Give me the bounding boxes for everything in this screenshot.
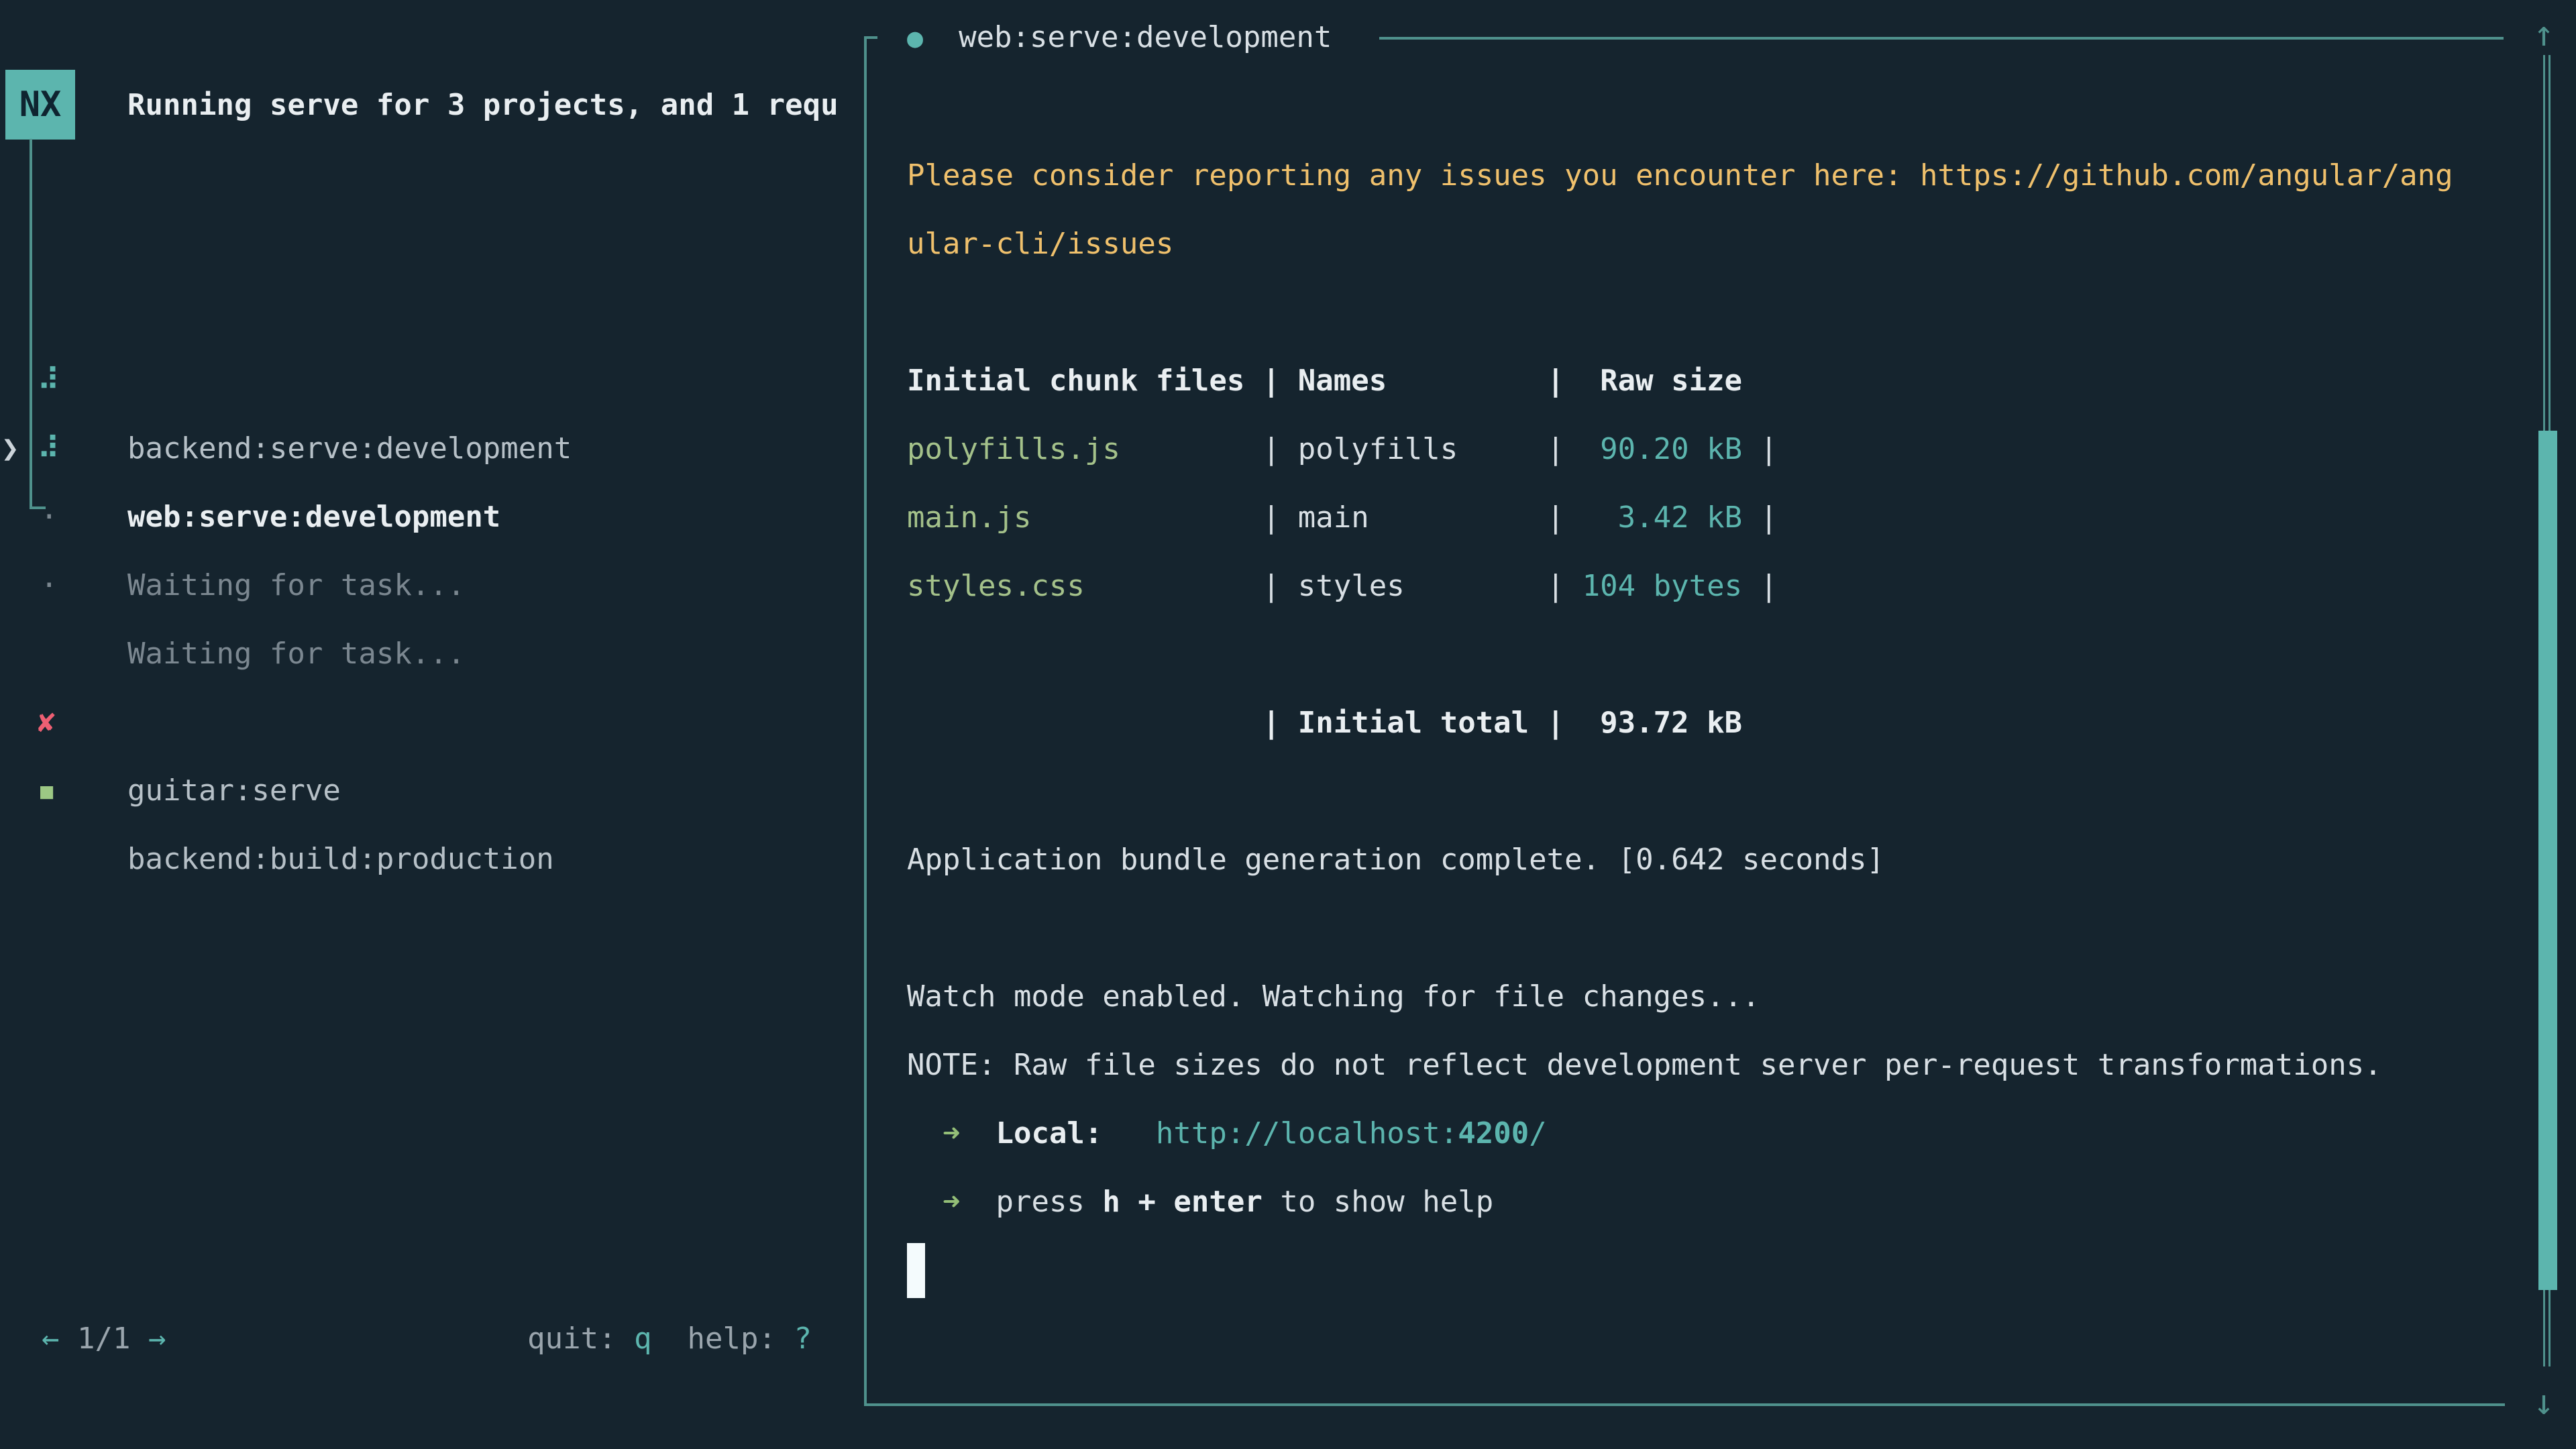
text-segment: 3.42 kB [1564, 500, 1742, 535]
terminal-line: styles.css | styles | 104 bytes | [907, 552, 2490, 621]
text-segment: | [1742, 432, 1778, 466]
task-row[interactable]: ❯ ⠼ backend:serve:development [0, 209, 864, 278]
terminal-line [907, 894, 2490, 963]
panel-header-title: web:serve:development [959, 20, 1332, 54]
terminal-line [907, 1236, 2490, 1305]
text-segment: | [1742, 569, 1778, 603]
text-segment: | [1742, 500, 1778, 535]
nx-tui-terminal: { "colors": { "bg": "#15242e", "teal": "… [0, 0, 2576, 1449]
terminal-cursor [907, 1243, 925, 1298]
text-segment: | styles | [1085, 569, 1564, 603]
text-segment: 90.20 kB [1564, 432, 1742, 466]
text-segment: Initial chunk files | Names | Raw size [907, 364, 1742, 398]
task-row[interactable]: ❯ ✘ guitar:serve [0, 551, 864, 620]
keyboard-shortcuts: quit: q help: ? [527, 1305, 812, 1373]
task-row[interactable]: ❯ · Waiting for task... [0, 346, 864, 415]
terminal-line [907, 278, 2490, 347]
arrow-icon: ➜ [943, 1185, 961, 1219]
text-segment: Watch mode enabled. Watching for file ch… [907, 979, 1760, 1014]
text-segment: main.js [907, 500, 1031, 535]
text-segment: press [996, 1185, 1102, 1219]
quit-label: quit: [527, 1322, 634, 1356]
terminal-line: NOTE: Raw file sizes do not reflect deve… [907, 1031, 2490, 1099]
text-segment: | Initial total | 93.72 kB [1263, 706, 1742, 740]
terminal-line: Watch mode enabled. Watching for file ch… [907, 963, 2490, 1031]
terminal-line: polyfills.js | polyfills | 90.20 kB | [907, 415, 2490, 484]
terminal-line: ➜ press h + enter to show help [907, 1168, 2490, 1236]
scroll-down-arrow-icon[interactable]: ↓ [2524, 1374, 2564, 1432]
terminal-line [907, 757, 2490, 826]
text-segment: Local: [996, 1116, 1102, 1150]
text-segment: h + enter [1102, 1185, 1262, 1219]
prev-page-arrow-icon[interactable]: ← [42, 1322, 60, 1356]
scrollbar-thumb[interactable] [2538, 431, 2557, 1290]
next-page-arrow-icon[interactable]: → [148, 1322, 166, 1356]
terminal-line: main.js | main | 3.42 kB | [907, 484, 2490, 552]
local-url-link[interactable]: http://localhost: [1156, 1116, 1458, 1150]
terminal-line: Please consider reporting any issues you… [907, 142, 2490, 210]
text-segment [907, 1116, 943, 1150]
panel-border-bottom [864, 1403, 2505, 1406]
task-row[interactable]: ❯ ⠼ web:serve:development [0, 278, 864, 346]
text-segment: | main | [1031, 500, 1564, 535]
task-row[interactable]: ❯ ■ backend:build:production [0, 620, 864, 688]
page-count: 1/1 [77, 1322, 130, 1356]
terminal-line: Application bundle generation complete. … [907, 826, 2490, 894]
text-segment: polyfills.js [907, 432, 1120, 466]
text-segment [960, 1116, 996, 1150]
text-segment: ular-cli/issues [907, 227, 1173, 261]
pagination: ← 1/1 → [42, 1305, 166, 1373]
task-row[interactable]: ❯ · Waiting for task... [0, 415, 864, 483]
panel-header: ● web:serve:development [907, 3, 1332, 72]
terminal-line [907, 621, 2490, 689]
text-segment: to show help [1263, 1185, 1493, 1219]
text-segment: | polyfills | [1120, 432, 1564, 466]
help-key[interactable]: ? [794, 1322, 812, 1356]
text-segment [907, 706, 1263, 740]
text-segment: 104 bytes [1564, 569, 1742, 603]
arrow-icon: ➜ [943, 1116, 961, 1150]
task-label: guitar:serve [127, 757, 341, 825]
nx-logo: NX [5, 70, 75, 140]
spacer [652, 1322, 688, 1356]
terminal-line: ➜ Local: http://localhost:4200/ [907, 1099, 2490, 1168]
terminal-line: Initial chunk files | Names | Raw size [907, 347, 2490, 415]
page-indicator [60, 1322, 78, 1356]
terminal-output: Please consider reporting any issues you… [907, 142, 2490, 1305]
text-segment [907, 1185, 943, 1219]
text-segment: Application bundle generation complete. … [907, 843, 1884, 877]
panel-border-left [864, 36, 867, 1406]
local-url-slash[interactable]: / [1529, 1116, 1547, 1150]
quit-key[interactable]: q [634, 1322, 652, 1356]
task-label: web:serve:development [127, 483, 500, 551]
text-segment: styles.css [907, 569, 1085, 603]
page-title: Running serve for 3 projects, and 1 requ [127, 88, 864, 128]
panel-title [923, 20, 959, 54]
help-label: help: [688, 1322, 794, 1356]
text-segment: NOTE: Raw file sizes do not reflect deve… [907, 1048, 2382, 1082]
task-label: backend:build:production [127, 825, 554, 894]
local-url-port[interactable]: 4200 [1458, 1116, 1529, 1150]
terminal-line: | Initial total | 93.72 kB [907, 689, 2490, 757]
task-list: ❯ ⠼ backend:serve:development ❯ ⠼ web:se… [0, 209, 864, 688]
running-bullet-icon: ● [907, 23, 923, 54]
text-segment [1102, 1116, 1155, 1150]
panel-header-rule [1379, 37, 2504, 40]
panel-border-top-stub [864, 36, 877, 39]
terminal-line: ular-cli/issues [907, 210, 2490, 278]
text-segment [960, 1185, 996, 1219]
text-segment: Please consider reporting any issues you… [907, 158, 2453, 193]
square-icon: ■ [40, 757, 80, 825]
task-sidebar: NX Running serve for 3 projects, and 1 r… [0, 0, 864, 1449]
spacer [130, 1322, 148, 1356]
